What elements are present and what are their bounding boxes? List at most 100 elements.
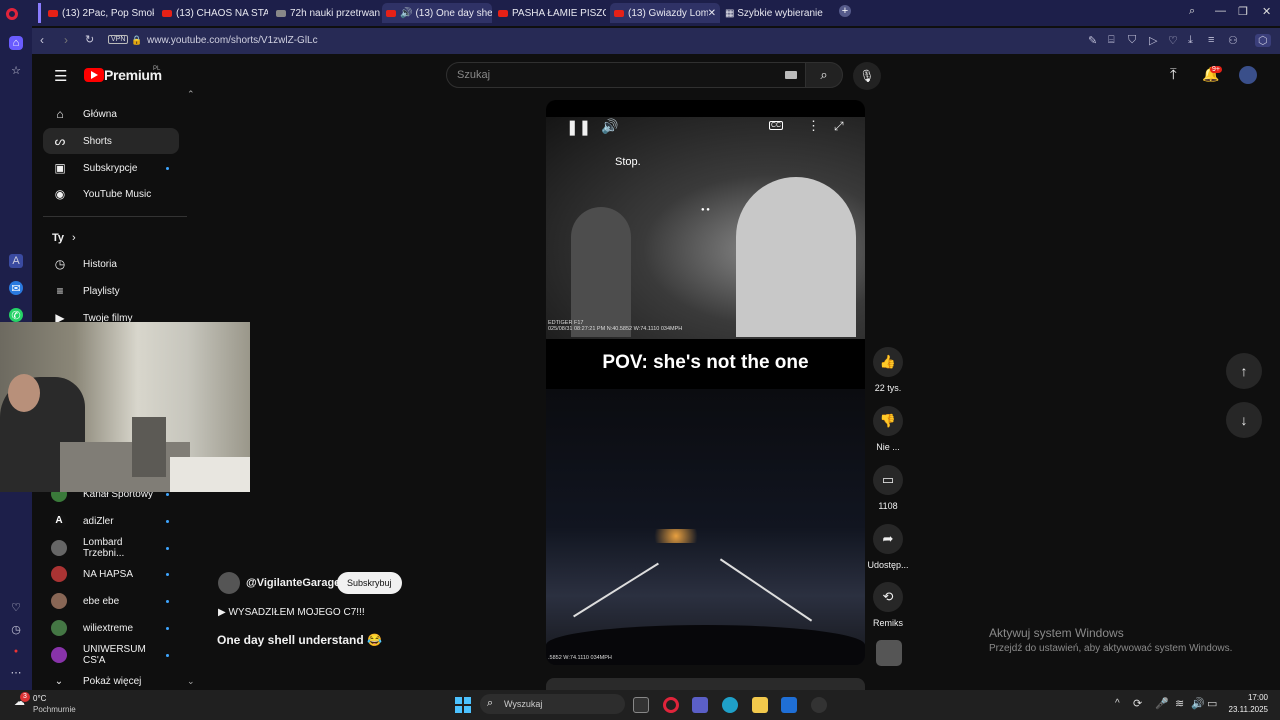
captions-icon[interactable]: CC [769, 121, 784, 130]
dislike-button[interactable]: 👎 Nie ... [865, 406, 911, 452]
next-short-button[interactable]: ↓ [1226, 402, 1262, 438]
channel-item[interactable]: NA HAPSA [43, 561, 179, 587]
heart-icon[interactable]: ♡ [9, 600, 23, 614]
remix-button[interactable]: ⟲ Remiks [865, 582, 911, 628]
channel-item[interactable]: ebe ebe [43, 588, 179, 614]
keyboard-icon[interactable] [785, 71, 797, 79]
channel-item[interactable]: UNIWERSUM CS'A [43, 642, 179, 668]
sync-icon[interactable]: ⟳ [1133, 697, 1142, 710]
browser-tab-4[interactable]: 🔊(13) One day shell und [382, 3, 492, 23]
camera-icon[interactable]: ⌸ [1108, 34, 1115, 47]
you-section-header[interactable]: Ty › [52, 232, 76, 244]
bookmarks-icon[interactable]: ☆ [9, 63, 23, 77]
search-button[interactable]: ⌕ [805, 62, 843, 88]
teams-icon[interactable] [692, 697, 708, 713]
hamburger-menu-icon[interactable]: ☰ [54, 67, 67, 85]
audio-icon[interactable]: 🔊 [400, 8, 412, 19]
play-icon[interactable]: ▷ [1149, 34, 1157, 47]
edit-icon[interactable]: ✎ [1088, 34, 1097, 47]
subscribe-button[interactable]: Subskrybuj [337, 572, 402, 594]
wifi-icon[interactable]: ≋ [1175, 697, 1184, 710]
close-tab-icon[interactable]: ✕ [708, 8, 716, 19]
download-icon[interactable]: ⤓ [1188, 34, 1193, 47]
channel-item[interactable]: wiliextreme [43, 615, 179, 641]
task-view-icon[interactable] [633, 697, 649, 713]
youtube-logo-icon[interactable] [84, 68, 104, 82]
profile-icon[interactable]: ⚇ [1228, 34, 1238, 47]
new-tab-button[interactable]: + [839, 5, 851, 17]
weather-temp[interactable]: 0°C [33, 694, 46, 703]
volume-icon[interactable]: 🔊 [1191, 697, 1205, 710]
chevron-up-icon[interactable]: ^ [1115, 698, 1120, 709]
sound-thumbnail[interactable] [876, 640, 902, 666]
pause-icon[interactable]: ❚❚ [566, 118, 591, 136]
opera-logo-icon[interactable] [6, 8, 18, 20]
browser-tab-6[interactable]: (13) Gwiazdy Lombard✕ [610, 3, 720, 23]
channel-item[interactable]: AadiZler [43, 508, 179, 534]
short-video-player[interactable]: ● ● EDTIGER F17 025/08/31 08:27:21 PM N:… [546, 100, 865, 665]
whatsapp-icon[interactable]: ✆ [9, 308, 23, 322]
vpn-badge[interactable]: VPN [108, 35, 129, 44]
url-field[interactable]: www.youtube.com/shorts/V1zwlZ-GlLc [147, 35, 318, 46]
avatar[interactable] [1239, 66, 1257, 84]
store-icon[interactable] [781, 697, 797, 713]
scroll-up-icon[interactable]: ⌃ [187, 89, 195, 100]
browser-tab-1[interactable]: (13) 2Pac, Pop Smoke - W [44, 3, 154, 23]
edge-icon[interactable] [722, 697, 738, 713]
close-window-button[interactable]: ✕ [1262, 5, 1271, 18]
mic-icon[interactable]: 🎤 [1155, 697, 1169, 710]
search-tabs-icon[interactable]: ⌕ [1189, 5, 1195, 18]
browser-tab-5[interactable]: PASHA ŁAMIE PISZCZEL! [494, 3, 606, 23]
battery-icon[interactable]: ▭ [1207, 697, 1217, 710]
sidebar-item-shorts[interactable]: ᔕ Shorts [43, 128, 179, 154]
search-input[interactable]: Szukaj [446, 62, 808, 88]
clock-time[interactable]: 17:00 [1228, 693, 1268, 702]
addon-icon[interactable]: ● [9, 644, 23, 658]
voice-search-button[interactable]: 🎙 [853, 62, 881, 90]
channel-item[interactable]: Lombard Trzebni... [43, 535, 179, 561]
browser-tab-2[interactable]: (13) CHAOS NA STARCIE, [158, 3, 268, 23]
home-icon[interactable]: ⌂ [9, 36, 23, 50]
maximize-button[interactable]: ❐ [1238, 5, 1248, 18]
app-icon[interactable] [811, 697, 827, 713]
browser-tab-3[interactable]: 72h nauki przetrwania - c [272, 3, 380, 23]
upload-icon[interactable]: ⤒ [1170, 66, 1177, 83]
more-options-icon[interactable]: ⋮ [807, 118, 820, 134]
file-explorer-icon[interactable] [752, 697, 768, 713]
next-short-preview[interactable] [546, 678, 865, 690]
history-icon[interactable]: ◷ [9, 622, 23, 636]
aria-icon[interactable]: A [9, 254, 23, 268]
minimize-button[interactable]: — [1215, 5, 1226, 17]
sidebar-item-subscriptions[interactable]: ▣ Subskrypcje [43, 155, 179, 181]
start-button[interactable] [455, 697, 471, 713]
heart-icon[interactable]: ♡ [1168, 34, 1178, 47]
share-button[interactable]: ➦ Udostęp... [865, 524, 911, 570]
taskbar-search[interactable]: ⌕ Wyszukaj [480, 694, 625, 714]
extensions-icon[interactable]: ⬡ [1255, 34, 1271, 47]
previous-short-button[interactable]: ↑ [1226, 353, 1262, 389]
sidebar-item-playlists[interactable]: ≡ Playlisty [43, 278, 179, 304]
like-button[interactable]: 👍 22 tys. [865, 347, 911, 393]
channel-avatar[interactable] [218, 572, 240, 594]
opera-taskbar-icon[interactable] [663, 697, 679, 713]
back-button[interactable]: ‹ [40, 33, 44, 47]
fullscreen-icon[interactable]: ⤢ [834, 119, 844, 134]
sidebar-item-music[interactable]: ◉ YouTube Music [43, 181, 179, 207]
messenger-icon[interactable]: ✉ [9, 281, 23, 295]
sidebar-item-home[interactable]: ⌂ Główna [43, 101, 179, 127]
more-icon[interactable]: ⋯ [9, 665, 23, 679]
comments-button[interactable]: ▭ 1108 [865, 465, 911, 511]
shield-icon[interactable]: ⛉ [1128, 34, 1136, 47]
volume-icon[interactable]: 🔊 [601, 118, 618, 135]
channel-name[interactable]: @VigilanteGarage [246, 577, 340, 589]
lock-icon[interactable]: 🔒 [131, 35, 142, 46]
scroll-down-icon[interactable]: ⌄ [187, 676, 195, 687]
reload-button[interactable]: ↻ [85, 33, 94, 46]
playlist-link[interactable]: ▶ WYSADZIŁEM MOJEGO C7!!! [218, 607, 365, 618]
weather-desc[interactable]: Pochmurnie [33, 705, 76, 714]
sidebar-item-history[interactable]: ◷ Historia [43, 251, 179, 277]
speed-dial-tab[interactable]: ▦ Szybkie wybieranie [725, 8, 823, 19]
forward-button[interactable]: › [64, 33, 68, 47]
clock-date[interactable]: 23.11.2025 [1218, 705, 1268, 714]
menu-icon[interactable]: ≡ [1208, 34, 1214, 46]
